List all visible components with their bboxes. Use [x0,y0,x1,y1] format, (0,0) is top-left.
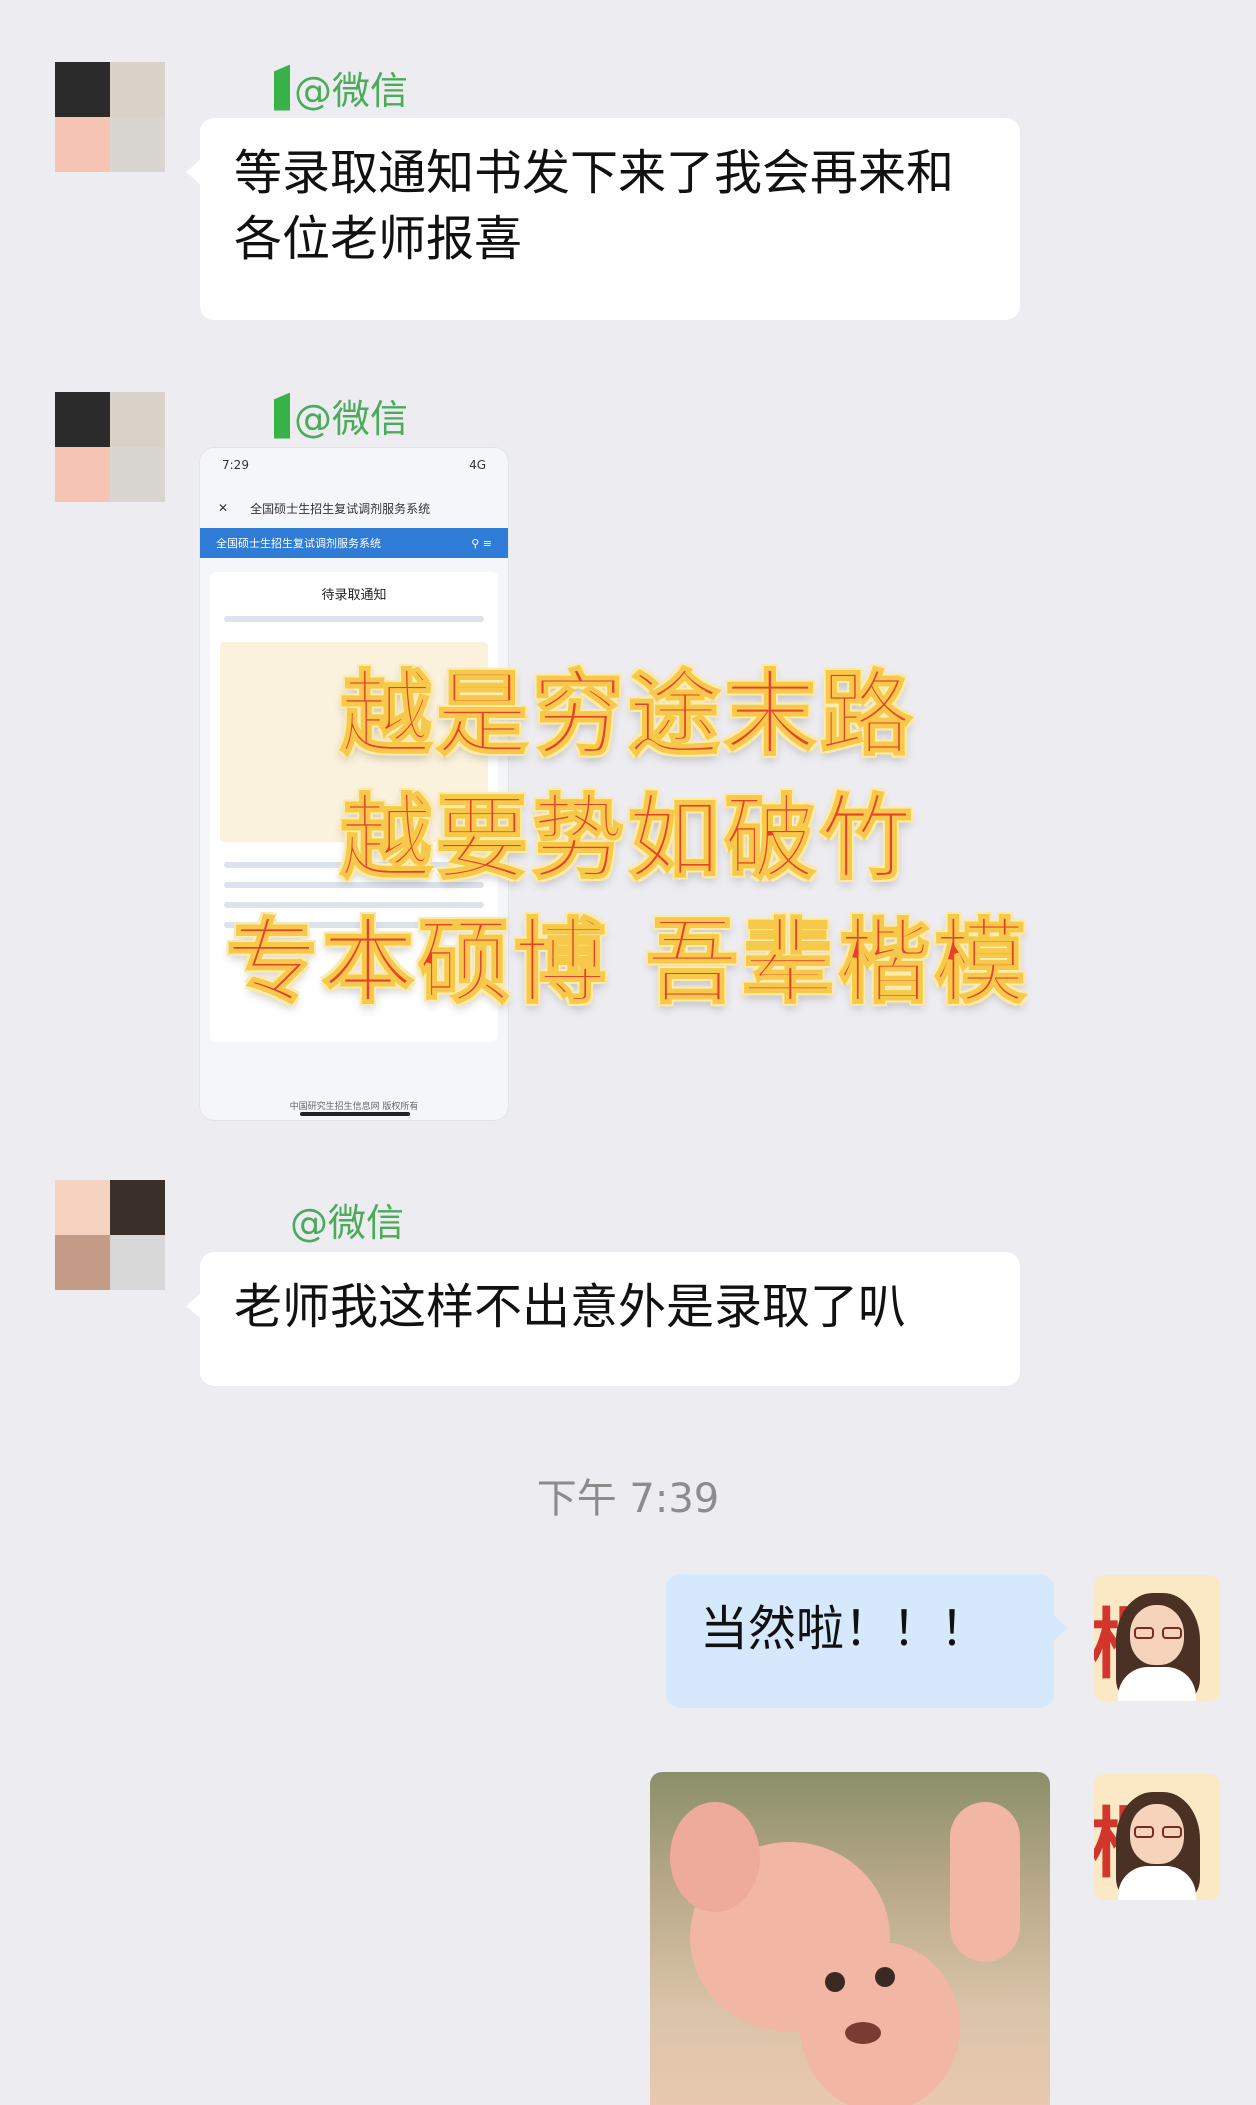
phone-home-bar [300,1112,410,1116]
teacher-avatar[interactable]: 楷 [1094,1774,1220,1900]
teacher-avatar[interactable]: 楷 [1094,1575,1220,1701]
phone-card-title: 待录取通知 [321,588,387,603]
reply-text: 当然啦！！！ [700,1601,989,1657]
close-icon: ✕ [218,501,229,515]
overlay-line-3: 专本硕博 吾辈楷模 [225,907,1031,1017]
overlay-line-2: 越要势如破竹 [339,783,916,893]
phone-nav-title-text: 全国硕士生招生复试调剂服务系统 [250,501,431,516]
timestamp: 下午 7:39 [536,1476,720,1522]
sticker-image[interactable] [650,1772,1050,2105]
phone-footer: 中国研究生招生信息网 版权所有 [289,1102,419,1112]
phone-time: 7:29 [222,458,249,472]
message-bubble[interactable]: 等录取通知书发下来了我会再来和各位老师报喜 [186,118,1020,320]
overlay-line-1: 越是穷途末路 [339,659,916,769]
phone-nav-title: ✕ 全国硕士生招生复试调剂服务系统 [200,488,508,528]
sender-avatar[interactable] [55,62,165,172]
sender-name: @微信 [274,60,408,115]
phone-bar-title: 全国硕士生招生复试调剂服务系统 [216,537,381,550]
message-text: 等录取通知书发下来了我会再来和各位老师报喜 [234,145,955,267]
sender-avatar[interactable] [55,1180,165,1290]
phone-status-bar: 7:29 4G [200,448,508,488]
phone-signal: 4G [469,458,486,472]
sender-name: @微信 [274,388,408,443]
wechat-mark-icon [274,64,290,111]
phone-header-bar: 全国硕士生招生复试调剂服务系统 ⚲ ≡ [200,528,508,558]
reply-bubble[interactable]: 当然啦！！！ [666,1574,1068,1708]
message-text: 老师我这样不出意外是录取了叭 [234,1279,907,1335]
sender-avatar[interactable] [55,392,165,502]
user-icon: ⚲ ≡ [471,536,492,550]
wechat-mark-icon [274,392,290,439]
sender-name: @微信 [290,1201,405,1245]
message-bubble[interactable]: 老师我这样不出意外是录取了叭 [186,1252,1020,1386]
